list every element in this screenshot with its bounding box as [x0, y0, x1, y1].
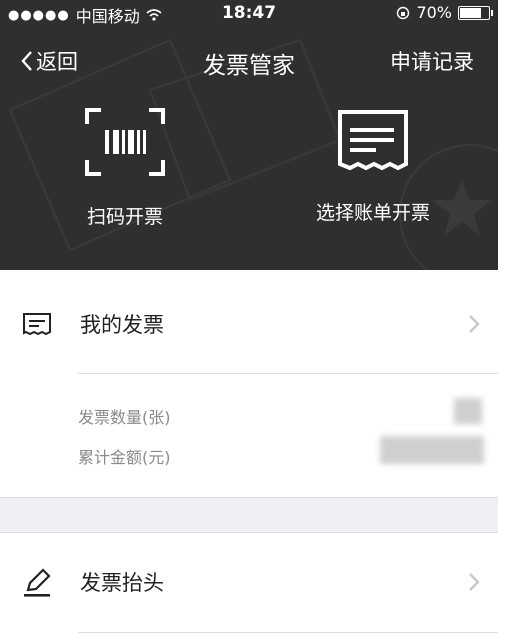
apply-records-button[interactable]: 申请记录 — [390, 46, 474, 76]
edit-pen-icon — [24, 568, 51, 597]
battery-icon — [458, 5, 493, 20]
invoice-header-row[interactable]: 发票抬头 — [0, 558, 498, 606]
orientation-lock-icon — [397, 6, 410, 19]
status-bar: ●●●●● 中国移动 18:47 70% — [0, 0, 498, 26]
row-divider — [78, 632, 498, 633]
invoice-header-label: 发票抬头 — [80, 571, 164, 595]
total-amount-label: 累计金额(元) — [78, 448, 171, 467]
receipt-icon — [23, 313, 51, 336]
app-screen: ●●●●● 中国移动 18:47 70% 返回 发票管家 申请记录 扫码开票 选… — [0, 0, 498, 638]
battery-percent: 70% — [416, 3, 452, 22]
my-invoices-label: 我的发票 — [80, 313, 164, 337]
section-divider-bottom — [0, 532, 498, 533]
chevron-right-icon — [469, 573, 480, 591]
invoice-count-value — [454, 398, 482, 424]
barcode-scan-icon — [85, 108, 165, 176]
chevron-right-icon — [469, 315, 480, 333]
select-bill-label: 选择账单开票 — [315, 202, 430, 224]
select-bill-button[interactable]: 选择账单开票 — [288, 108, 458, 225]
navigation-bar: 返回 发票管家 申请记录 — [0, 40, 498, 84]
scan-invoice-label: 扫码开票 — [86, 206, 163, 228]
invoice-count-label: 发票数量(张) — [78, 408, 171, 427]
bill-receipt-icon — [338, 110, 408, 171]
scan-invoice-button[interactable]: 扫码开票 — [40, 108, 210, 229]
row-divider — [78, 373, 498, 374]
my-invoices-row[interactable]: 我的发票 — [0, 300, 498, 348]
header-banner: ●●●●● 中国移动 18:47 70% 返回 发票管家 申请记录 扫码开票 选… — [0, 0, 498, 270]
section-separator — [0, 498, 498, 532]
total-amount-value — [380, 436, 484, 464]
